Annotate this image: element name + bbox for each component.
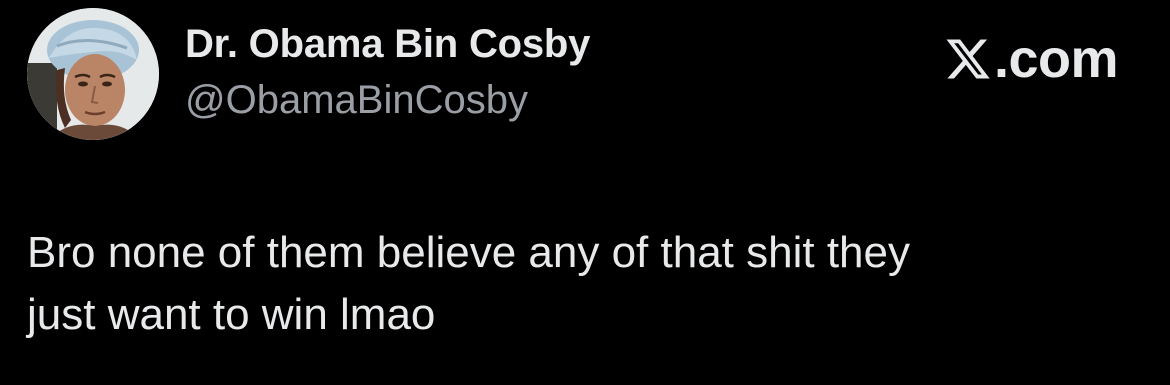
tweet-text: Bro none of them believe any of that shi… [27, 228, 910, 339]
author-handle[interactable]: @ObamaBinCosby [185, 78, 528, 123]
author-avatar[interactable] [27, 8, 159, 140]
x-logo-icon [946, 39, 990, 79]
author-name[interactable]: Dr. Obama Bin Cosby [185, 22, 590, 67]
tweet-card: Dr. Obama Bin Cosby @ObamaBinCosby .com … [0, 0, 1170, 385]
avatar-photo-icon [27, 8, 159, 140]
brand-domain-suffix: .com [993, 29, 1119, 89]
x-com-brand: .com [944, 28, 1119, 90]
